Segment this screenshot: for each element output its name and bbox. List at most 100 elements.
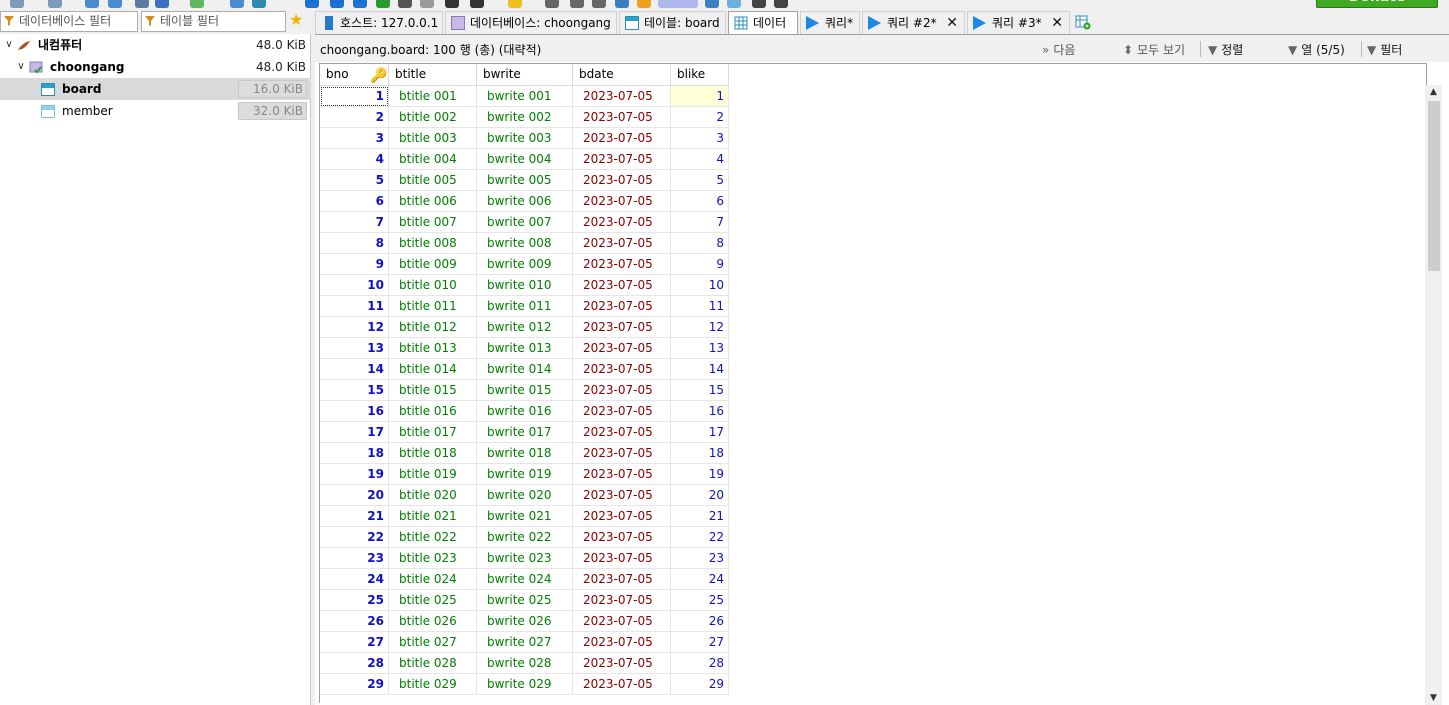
cell-blike[interactable]: 2 — [671, 107, 729, 128]
column-header-bdate[interactable]: bdate — [573, 64, 671, 86]
cell-blike[interactable]: 17 — [671, 422, 729, 443]
toolbar-icon[interactable] — [108, 0, 122, 8]
cell-blike[interactable]: 7 — [671, 212, 729, 233]
toolbar-icon[interactable] — [155, 0, 169, 8]
cell-btitle[interactable]: btitle 006 — [389, 191, 477, 212]
table-row[interactable]: 4 btitle 004 bwrite 004 2023-07-05 4 — [320, 149, 730, 170]
cell-bwrite[interactable]: bwrite 012 — [477, 317, 573, 338]
toolbar-icon[interactable] — [637, 0, 651, 8]
table-row[interactable]: 24 btitle 024 bwrite 024 2023-07-05 24 — [320, 569, 730, 590]
table-row[interactable]: 13 btitle 013 bwrite 013 2023-07-05 13 — [320, 338, 730, 359]
cell-bwrite[interactable]: bwrite 013 — [477, 338, 573, 359]
cell-btitle[interactable]: btitle 024 — [389, 569, 477, 590]
scrollbar-thumb[interactable] — [1428, 101, 1440, 271]
toolbar-icon[interactable] — [592, 0, 606, 8]
cell-bwrite[interactable]: bwrite 022 — [477, 527, 573, 548]
tab-table[interactable]: 테이블: board — [619, 11, 726, 34]
cell-btitle[interactable]: btitle 016 — [389, 401, 477, 422]
cell-btitle[interactable]: btitle 003 — [389, 128, 477, 149]
cell-blike[interactable]: 6 — [671, 191, 729, 212]
cell-blike[interactable]: 13 — [671, 338, 729, 359]
cell-btitle[interactable]: btitle 021 — [389, 506, 477, 527]
table-row[interactable]: 18 btitle 018 bwrite 018 2023-07-05 18 — [320, 443, 730, 464]
cell-blike[interactable]: 24 — [671, 569, 729, 590]
table-row[interactable]: 5 btitle 005 bwrite 005 2023-07-05 5 — [320, 170, 730, 191]
close-icon[interactable]: ✕ — [1051, 12, 1063, 34]
cell-blike[interactable]: 27 — [671, 632, 729, 653]
cell-bno[interactable]: 26 — [320, 611, 389, 632]
cell-btitle[interactable]: btitle 009 — [389, 254, 477, 275]
cell-btitle[interactable]: btitle 023 — [389, 548, 477, 569]
cell-bno[interactable]: 19 — [320, 464, 389, 485]
cell-bno[interactable]: 8 — [320, 233, 389, 254]
cell-blike[interactable]: 3 — [671, 128, 729, 149]
cell-bno[interactable]: 1 — [320, 86, 389, 107]
table-row[interactable]: 19 btitle 019 bwrite 019 2023-07-05 19 — [320, 464, 730, 485]
table-row[interactable]: 23 btitle 023 bwrite 023 2023-07-05 23 — [320, 548, 730, 569]
table-row[interactable]: 7 btitle 007 bwrite 007 2023-07-05 7 — [320, 212, 730, 233]
table-row[interactable]: 10 btitle 010 bwrite 010 2023-07-05 10 — [320, 275, 730, 296]
toolbar-icon[interactable] — [570, 0, 584, 8]
cell-btitle[interactable]: btitle 005 — [389, 170, 477, 191]
toolbar-icon[interactable] — [252, 0, 266, 8]
table-row[interactable]: 25 btitle 025 bwrite 025 2023-07-05 25 — [320, 590, 730, 611]
cell-bdate[interactable]: 2023-07-05 — [573, 275, 671, 296]
data-grid[interactable]: bno 🔑 btitle bwrite bdate blike 1 btitle … — [319, 63, 1427, 703]
tab-host[interactable]: 호스트: 127.0.0.1 — [315, 11, 443, 34]
cell-bwrite[interactable]: bwrite 008 — [477, 233, 573, 254]
cell-bwrite[interactable]: bwrite 015 — [477, 380, 573, 401]
cell-bno[interactable]: 11 — [320, 296, 389, 317]
cell-bdate[interactable]: 2023-07-05 — [573, 674, 671, 695]
cell-blike[interactable]: 21 — [671, 506, 729, 527]
cell-bno[interactable]: 20 — [320, 485, 389, 506]
cell-bno[interactable]: 24 — [320, 569, 389, 590]
cell-bno[interactable]: 10 — [320, 275, 389, 296]
donate-button[interactable]: Donate — [1316, 0, 1438, 8]
column-header-btitle[interactable]: btitle — [389, 64, 477, 86]
toolbar-icon[interactable] — [305, 0, 319, 8]
table-row[interactable]: 2 btitle 002 bwrite 002 2023-07-05 2 — [320, 107, 730, 128]
cell-bwrite[interactable]: bwrite 028 — [477, 653, 573, 674]
cell-bdate[interactable]: 2023-07-05 — [573, 443, 671, 464]
cell-bwrite[interactable]: bwrite 010 — [477, 275, 573, 296]
cell-blike[interactable]: 1 — [671, 86, 729, 107]
next-button[interactable]: » 다음 — [1042, 41, 1075, 58]
cell-bno[interactable]: 9 — [320, 254, 389, 275]
cell-bno[interactable]: 16 — [320, 401, 389, 422]
tab-query-3[interactable]: 쿼리 #3* ✕ — [967, 11, 1070, 34]
cell-bno[interactable]: 14 — [320, 359, 389, 380]
cell-bwrite[interactable]: bwrite 029 — [477, 674, 573, 695]
tab-query-1[interactable]: 쿼리* — [800, 11, 860, 34]
cell-btitle[interactable]: btitle 013 — [389, 338, 477, 359]
table-row[interactable]: 22 btitle 022 bwrite 022 2023-07-05 22 — [320, 527, 730, 548]
cell-btitle[interactable]: btitle 017 — [389, 422, 477, 443]
tab-query-2[interactable]: 쿼리 #2* ✕ — [862, 11, 965, 34]
cell-bwrite[interactable]: bwrite 016 — [477, 401, 573, 422]
cell-bwrite[interactable]: bwrite 004 — [477, 149, 573, 170]
table-row[interactable]: 1 btitle 001 bwrite 001 2023-07-05 1 — [320, 86, 730, 107]
cell-bwrite[interactable]: bwrite 002 — [477, 107, 573, 128]
sort-button[interactable]: ▼ 정렬 — [1208, 41, 1243, 58]
cell-bdate[interactable]: 2023-07-05 — [573, 611, 671, 632]
table-row[interactable]: 9 btitle 009 bwrite 009 2023-07-05 9 — [320, 254, 730, 275]
cell-bdate[interactable]: 2023-07-05 — [573, 359, 671, 380]
cell-bwrite[interactable]: bwrite 001 — [477, 86, 573, 107]
cell-bwrite[interactable]: bwrite 006 — [477, 191, 573, 212]
cell-blike[interactable]: 9 — [671, 254, 729, 275]
cell-bno[interactable]: 23 — [320, 548, 389, 569]
cell-btitle[interactable]: btitle 001 — [389, 86, 477, 107]
table-row[interactable]: 26 btitle 026 bwrite 026 2023-07-05 26 — [320, 611, 730, 632]
cell-bno[interactable]: 3 — [320, 128, 389, 149]
cell-bdate[interactable]: 2023-07-05 — [573, 107, 671, 128]
table-row[interactable]: 11 btitle 011 bwrite 011 2023-07-05 11 — [320, 296, 730, 317]
cell-blike[interactable]: 19 — [671, 464, 729, 485]
cell-btitle[interactable]: btitle 008 — [389, 233, 477, 254]
table-row[interactable]: 28 btitle 028 bwrite 028 2023-07-05 28 — [320, 653, 730, 674]
cell-bdate[interactable]: 2023-07-05 — [573, 485, 671, 506]
toolbar-icon[interactable] — [727, 0, 741, 8]
cell-bno[interactable]: 21 — [320, 506, 389, 527]
cell-bdate[interactable]: 2023-07-05 — [573, 569, 671, 590]
table-row[interactable]: 29 btitle 029 bwrite 029 2023-07-05 29 — [320, 674, 730, 695]
table-row[interactable]: 27 btitle 027 bwrite 027 2023-07-05 27 — [320, 632, 730, 653]
cell-bwrite[interactable]: bwrite 018 — [477, 443, 573, 464]
